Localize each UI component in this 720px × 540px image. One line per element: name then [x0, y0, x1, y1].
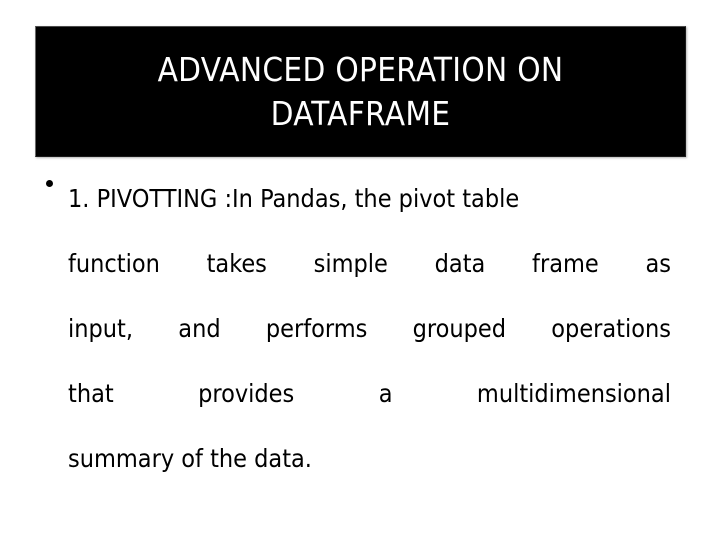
body-content: 1. PIVOTTING :In Pandas, the pivot table… [46, 166, 671, 491]
bullet-list-item: 1. PIVOTTING :In Pandas, the pivot table… [46, 166, 671, 491]
body-line-5: summary of the data. [68, 444, 312, 473]
page-title-line-2: DATAFRAME [270, 93, 451, 133]
page-title-line-1: ADVANCED OPERATION ON [157, 49, 564, 89]
body-line-4: that provides a multidimensional [68, 379, 671, 408]
body-line-1: 1. PIVOTTING :In Pandas, the pivot table [68, 184, 520, 213]
slide-canvas: ADVANCED OPERATION ON DATAFRAME 1. PIVOT… [0, 0, 720, 540]
body-paragraph: 1. PIVOTTING :In Pandas, the pivot table… [68, 166, 671, 491]
body-line-2: function takes simple data frame as [68, 249, 671, 278]
body-line-3: input, and performs grouped operations [68, 314, 671, 343]
title-banner: ADVANCED OPERATION ON DATAFRAME [35, 26, 686, 157]
bullet-point-icon [46, 180, 53, 187]
